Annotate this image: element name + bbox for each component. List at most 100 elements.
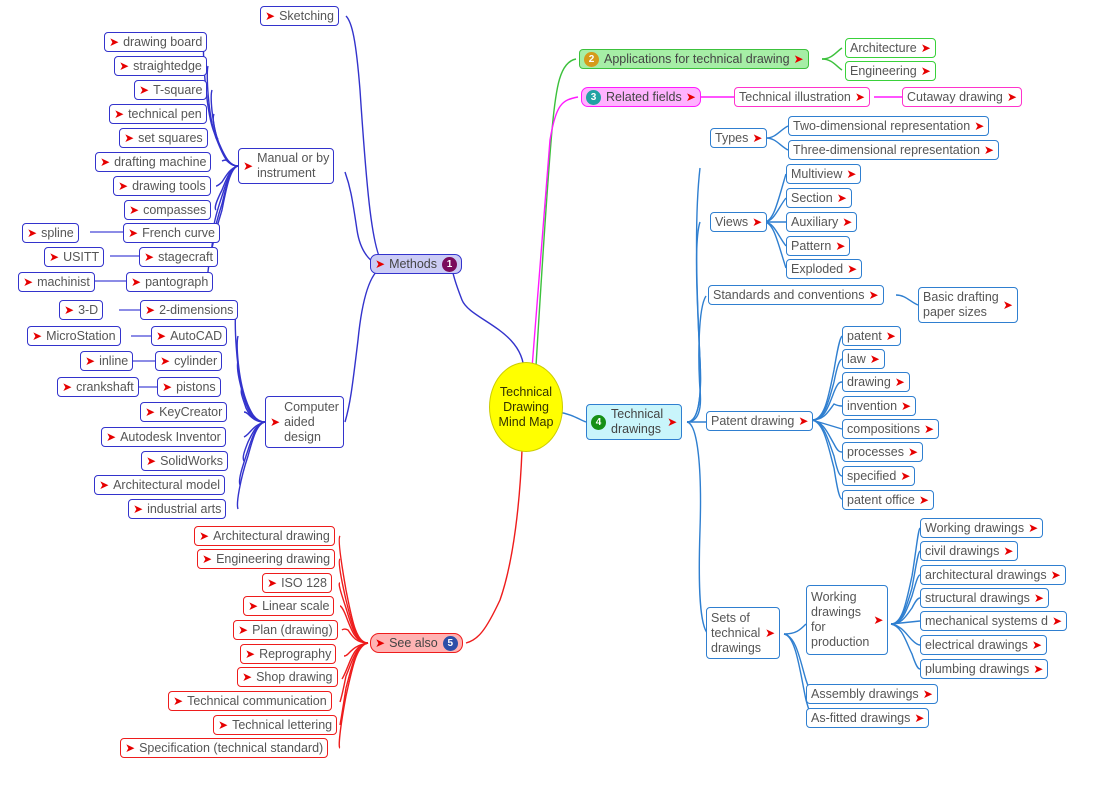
node-linear-scale[interactable]: ➤ Linear scale xyxy=(243,596,335,616)
node-three-dimensional-representation[interactable]: Three-dimensional representation ➤ xyxy=(788,140,999,160)
node-architecture[interactable]: Architecture ➤ xyxy=(845,38,936,58)
red-arrow-icon: ➤ xyxy=(918,493,929,507)
red-arrow-icon: ➤ xyxy=(199,529,210,543)
node-pistons[interactable]: ➤ pistons xyxy=(157,377,221,397)
node-processes[interactable]: processes ➤ xyxy=(842,442,924,462)
node-multiview[interactable]: Multiview ➤ xyxy=(786,164,862,184)
node-plan-drawing[interactable]: ➤ Plan (drawing) xyxy=(233,620,338,640)
node-compasses[interactable]: ➤ compasses xyxy=(124,200,212,220)
node-patent[interactable]: patent ➤ xyxy=(842,326,901,346)
node-technical-pen[interactable]: ➤ technical pen xyxy=(109,104,207,124)
red-arrow-icon: ➤ xyxy=(109,35,120,49)
node-microstation[interactable]: ➤ MicroStation xyxy=(27,326,121,346)
branch-see-also[interactable]: ➤ See also 5 xyxy=(370,633,463,653)
node-label: Architectural model xyxy=(113,478,221,492)
node-drawing[interactable]: drawing ➤ xyxy=(842,372,910,392)
node-reprography[interactable]: ➤ Reprography xyxy=(240,644,337,664)
node-basic-drafting-paper-sizes[interactable]: Basic drafting paper sizes ➤ xyxy=(918,287,1018,323)
branch-methods[interactable]: ➤ Methods 1 xyxy=(370,254,463,274)
node-architectural-drawings[interactable]: architectural drawings ➤ xyxy=(920,565,1066,585)
node-label: Technical communication xyxy=(187,694,327,708)
node-patent-office[interactable]: patent office ➤ xyxy=(842,490,934,510)
node-assembly-drawings[interactable]: Assembly drawings ➤ xyxy=(806,684,938,704)
node-types[interactable]: Types ➤ xyxy=(710,128,768,148)
node-inline[interactable]: ➤ inline xyxy=(80,351,134,371)
node-label: structural drawings xyxy=(925,591,1030,605)
node-iso-128[interactable]: ➤ ISO 128 xyxy=(262,573,332,593)
node-straightedge[interactable]: ➤ straightedge xyxy=(114,56,207,76)
node-computer-aided-design[interactable]: ➤ Computer aided design xyxy=(265,396,344,448)
node-auxiliary[interactable]: Auxiliary ➤ xyxy=(786,212,858,232)
node-cylinder[interactable]: ➤ cylinder xyxy=(155,351,223,371)
node-label: Sets of technical drawings xyxy=(711,610,762,655)
red-arrow-icon: ➤ xyxy=(202,552,213,566)
branch-related-fields[interactable]: 3 Related fields ➤ xyxy=(581,87,701,107)
node-label: Computer aided design xyxy=(284,399,339,444)
node-spline[interactable]: ➤ spline xyxy=(22,223,79,243)
red-arrow-icon: ➤ xyxy=(1050,568,1061,582)
node-two-dimensional-representation[interactable]: Two-dimensional representation ➤ xyxy=(788,116,990,136)
node-mechanical-systems-drawings[interactable]: mechanical systems d ➤ xyxy=(920,611,1068,631)
branch-technical-drawings[interactable]: 4 Technical drawings ➤ xyxy=(586,404,683,440)
node-pattern[interactable]: Pattern ➤ xyxy=(786,236,851,256)
node-exploded[interactable]: Exploded ➤ xyxy=(786,259,863,279)
node-civil-drawings[interactable]: civil drawings ➤ xyxy=(920,541,1019,561)
node-working-drawings-for-production[interactable]: Working drawings for production ➤ xyxy=(806,585,889,655)
red-arrow-icon: ➤ xyxy=(106,430,117,444)
node-set-squares[interactable]: ➤ set squares xyxy=(119,128,208,148)
node-specification-technical-standard[interactable]: ➤ Specification (technical standard) xyxy=(120,738,329,758)
node-section[interactable]: Section ➤ xyxy=(786,188,852,208)
node-crankshaft[interactable]: ➤ crankshaft xyxy=(57,377,139,397)
node-label: Multiview xyxy=(791,167,843,181)
node-engineering-drawing[interactable]: ➤ Engineering drawing xyxy=(197,549,336,569)
node-architectural-drawing[interactable]: ➤ Architectural drawing xyxy=(194,526,335,546)
node-usitt[interactable]: ➤ USITT xyxy=(44,247,105,267)
node-specified[interactable]: specified ➤ xyxy=(842,466,916,486)
mindmap-canvas: Technical Drawing Mind Map ➤ Methods 1 ➤… xyxy=(0,0,1099,790)
node-label: Engineering drawing xyxy=(216,552,331,566)
node-technical-illustration[interactable]: Technical illustration ➤ xyxy=(734,87,870,107)
node-manual-or-by-instrument[interactable]: ➤ Manual or by instrument xyxy=(238,148,335,184)
node-machinist[interactable]: ➤ machinist xyxy=(18,272,95,292)
node-technical-lettering[interactable]: ➤ Technical lettering xyxy=(213,715,338,735)
node-stagecraft[interactable]: ➤ stagecraft xyxy=(139,247,218,267)
node-structural-drawings[interactable]: structural drawings ➤ xyxy=(920,588,1049,608)
node-technical-communication[interactable]: ➤ Technical communication xyxy=(168,691,332,711)
node-label: ISO 128 xyxy=(281,576,327,590)
node-invention[interactable]: invention ➤ xyxy=(842,396,917,416)
node-drawing-board[interactable]: ➤ drawing board xyxy=(104,32,208,52)
node-electrical-drawings[interactable]: electrical drawings ➤ xyxy=(920,635,1047,655)
node-views[interactable]: Views ➤ xyxy=(710,212,768,232)
node-as-fitted-drawings[interactable]: As-fitted drawings ➤ xyxy=(806,708,930,728)
node-cutaway-drawing[interactable]: Cutaway drawing ➤ xyxy=(902,87,1022,107)
node-working-drawings[interactable]: Working drawings ➤ xyxy=(920,518,1044,538)
node-keycreator[interactable]: ➤ KeyCreator xyxy=(140,402,228,422)
node-t-square[interactable]: ➤ T-square xyxy=(134,80,208,100)
node-shop-drawing[interactable]: ➤ Shop drawing xyxy=(237,667,338,687)
node-law[interactable]: law ➤ xyxy=(842,349,885,369)
node-patent-drawing[interactable]: Patent drawing ➤ xyxy=(706,411,814,431)
node-2-dimensions[interactable]: ➤ 2-dimensions xyxy=(140,300,239,320)
node-plumbing-drawings[interactable]: plumbing drawings ➤ xyxy=(920,659,1049,679)
node-drawing-tools[interactable]: ➤ drawing tools xyxy=(113,176,211,196)
node-compositions[interactable]: compositions ➤ xyxy=(842,419,940,439)
node-industrial-arts[interactable]: ➤ industrial arts xyxy=(128,499,227,519)
node-autodesk-inventor[interactable]: ➤ Autodesk Inventor xyxy=(101,427,226,447)
node-sets-of-technical-drawings[interactable]: Sets of technical drawings ➤ xyxy=(706,607,781,659)
node-label: cylinder xyxy=(174,354,218,368)
node-3-d[interactable]: ➤ 3-D xyxy=(59,300,104,320)
node-pantograph[interactable]: ➤ pantograph xyxy=(126,272,214,292)
node-drafting-machine[interactable]: ➤ drafting machine xyxy=(95,152,212,172)
node-label: 2-dimensions xyxy=(159,303,234,317)
node-standards-and-conventions[interactable]: Standards and conventions ➤ xyxy=(708,285,884,305)
node-sketching[interactable]: ➤ Sketching xyxy=(260,6,339,26)
node-french-curve[interactable]: ➤ French curve xyxy=(123,223,221,243)
node-engineering[interactable]: Engineering ➤ xyxy=(845,61,936,81)
node-label: Section xyxy=(791,191,833,205)
branch-applications[interactable]: 2 Applications for technical drawing ➤ xyxy=(579,49,809,69)
node-autocad[interactable]: ➤ AutoCAD xyxy=(151,326,228,346)
node-solidworks[interactable]: ➤ SolidWorks xyxy=(141,451,229,471)
red-arrow-icon: ➤ xyxy=(118,179,129,193)
node-architectural-model[interactable]: ➤ Architectural model xyxy=(94,475,226,495)
central-topic[interactable]: Technical Drawing Mind Map xyxy=(489,362,563,452)
